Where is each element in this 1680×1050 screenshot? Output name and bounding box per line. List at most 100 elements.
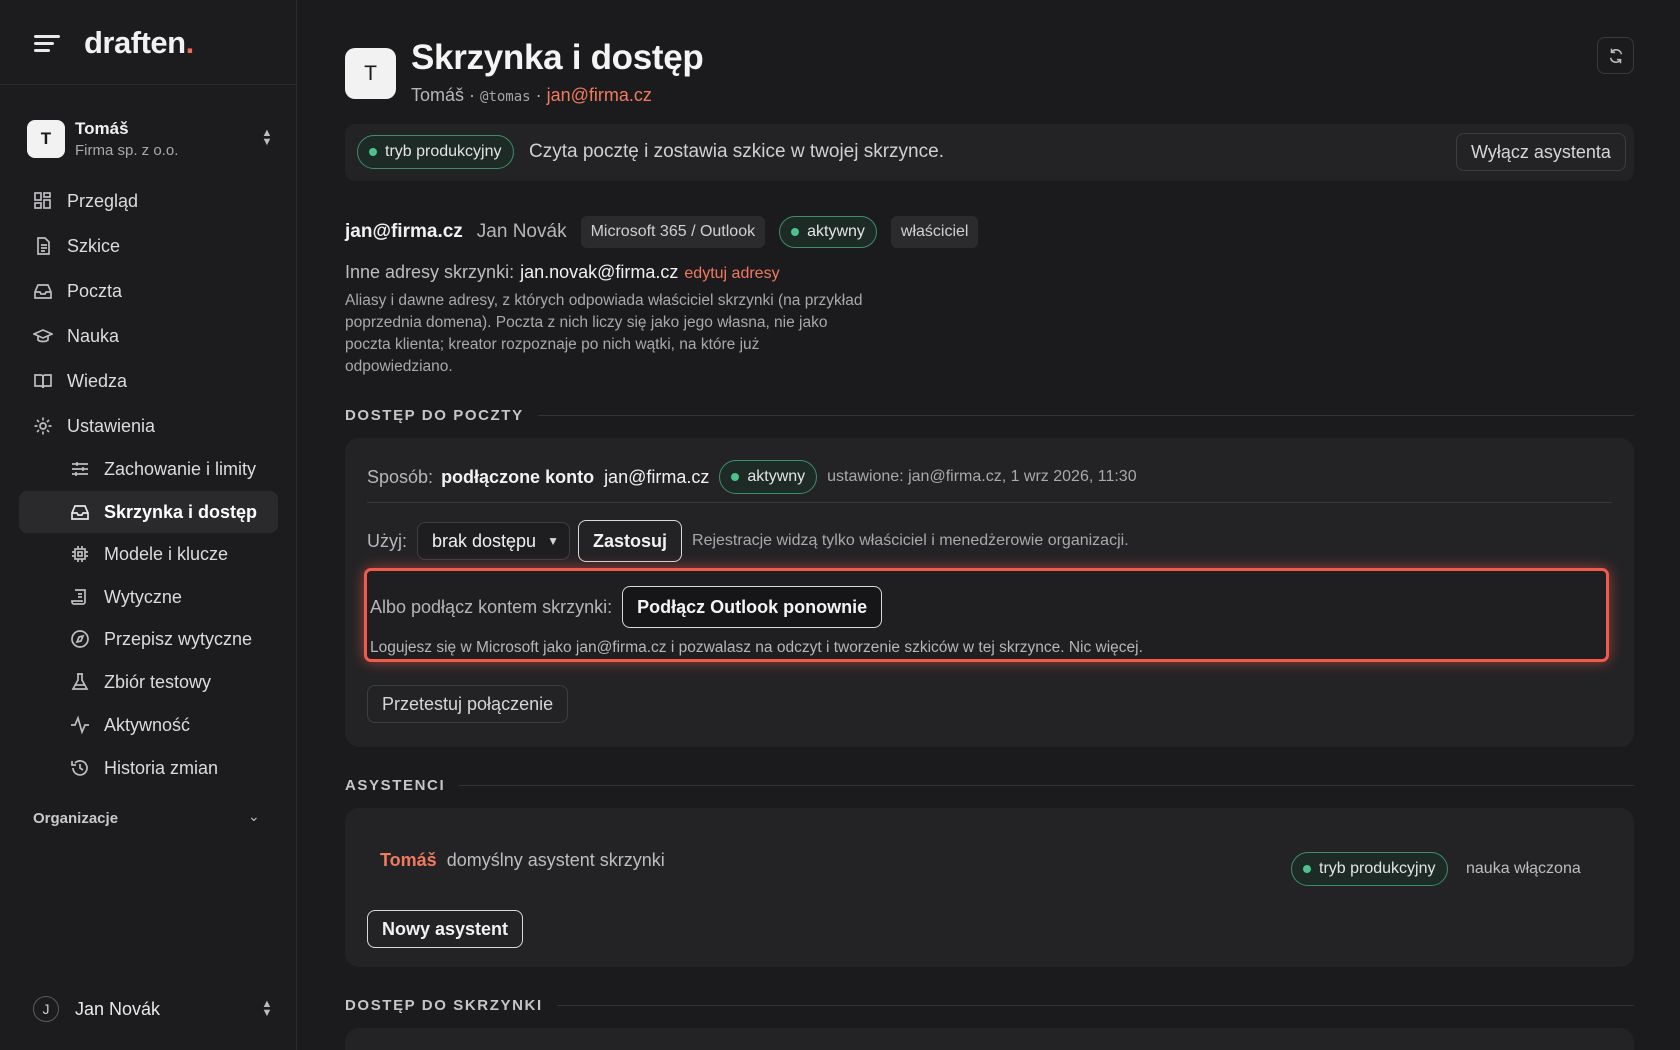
assistant-handle: @tomas <box>480 89 531 105</box>
status-dot <box>369 148 377 156</box>
connect-outlook-highlight: Albo podłącz kontem skrzynki: Podłącz Ou… <box>364 568 1609 662</box>
sidebar-item-wytyczne[interactable]: Wytyczne <box>70 579 182 615</box>
sidebar-item-szkice[interactable]: Szkice <box>33 228 120 264</box>
sidebar-item-przeglad[interactable]: Przegląd <box>33 183 138 219</box>
assistants-card: Tomáš domyślny asystent skrzynki tryb pr… <box>345 808 1634 967</box>
sidebar-item-label: Historia zmian <box>104 757 219 778</box>
test-connection-button[interactable]: Przetestuj połączenie <box>367 685 569 723</box>
sidebar-item-label: Zachowanie i limity <box>104 458 257 479</box>
addresses-note: Aliasy i dawne adresy, z których odpowia… <box>345 292 863 375</box>
workspace-switcher[interactable]: T Tomáš Firma sp. z o.o. ▲ ▼ <box>27 115 273 163</box>
banner-message: Czyta pocztę i zostawia szkice w twojej … <box>529 141 944 162</box>
chevron-down-icon[interactable]: ⌄ <box>248 808 260 825</box>
mode-badge: tryb produkcyjny <box>357 135 514 169</box>
sidebar-item-label: Modele i klucze <box>104 543 229 564</box>
sidebar-item-label: Wytyczne <box>104 586 182 607</box>
separator: · <box>464 85 481 105</box>
sidebar-item-zachowanie[interactable]: Zachowanie i limity <box>70 451 256 487</box>
chevron-down-icon: ▼ <box>547 534 559 548</box>
scroll-icon <box>71 589 86 605</box>
status-badge: aktywny <box>779 216 877 248</box>
divider <box>367 502 1612 503</box>
assistant-name-link[interactable]: Tomáš <box>380 850 437 871</box>
sidebar-item-aktywnosc[interactable]: Aktywność <box>70 707 190 743</box>
sidebar-item-label: Aktywność <box>104 714 191 735</box>
chevron-updown-icon: ▲ ▼ <box>261 998 273 1019</box>
section-heading-label: DOSTĘP DO POCZTY <box>345 407 524 424</box>
sidebar-item-modele[interactable]: Modele i klucze <box>70 536 228 572</box>
section-heading-label: DOSTĘP DO SKRZYNKI <box>345 997 543 1014</box>
assistant-email[interactable]: jan@firma.cz <box>547 85 652 105</box>
learning-status: nauka włączona <box>1466 860 1581 877</box>
connect-label: Albo podłącz kontem skrzynki: <box>370 596 613 617</box>
apply-button[interactable]: Zastosuj <box>578 520 683 562</box>
divider <box>459 785 1634 786</box>
book-icon <box>34 374 52 389</box>
sidebar-item-zbior[interactable]: Zbiór testowy <box>70 664 211 700</box>
sidebar-item-label: Wiedza <box>67 370 128 391</box>
reconnect-outlook-button[interactable]: Podłącz Outlook ponownie <box>622 586 883 628</box>
provider-tag: Microsoft 365 / Outlook <box>580 216 766 248</box>
method-label: Sposób: <box>367 466 434 487</box>
disable-assistant-button[interactable]: Wyłącz asystenta <box>1456 133 1626 171</box>
graduation-cap-icon <box>33 329 53 343</box>
main-content: T Skrzynka i dostęp Tomáš · @tomas · jan… <box>297 0 1680 1050</box>
sidebar-divider <box>0 84 297 85</box>
account-email: jan@firma.cz <box>345 221 463 242</box>
brand-logo[interactable]: draften. <box>84 25 194 61</box>
sidebar-item-poczta[interactable]: Poczta <box>33 273 122 309</box>
use-label: Użyj: <box>367 530 407 551</box>
menu-icon[interactable] <box>34 31 60 56</box>
divider <box>537 415 1634 416</box>
status-banner: tryb produkcyjny Czyta pocztę i zostawia… <box>345 124 1634 181</box>
access-select[interactable]: brak dostępu ▼ <box>417 522 570 560</box>
flask-icon <box>71 673 89 690</box>
assistant-row[interactable]: Tomáš domyślny asystent skrzynki <box>380 850 665 871</box>
user-name: Jan Novák <box>75 998 161 1019</box>
sidebar-item-przepisz[interactable]: Przepisz wytyczne <box>70 621 252 657</box>
sidebar-item-nauka[interactable]: Nauka <box>33 318 119 354</box>
user-menu[interactable]: J Jan Novák ▲ ▼ <box>33 996 273 1022</box>
chip-icon <box>72 546 88 562</box>
divider <box>556 1005 1634 1006</box>
org-section-label[interactable]: Organizacje <box>33 810 118 827</box>
status-badge-label: aktywny <box>747 468 806 485</box>
chevron-updown-icon: ▲ ▼ <box>261 127 273 148</box>
dashboard-icon <box>34 192 51 209</box>
sidebar-item-label: Skrzynka i dostęp <box>104 501 258 522</box>
compass-icon <box>71 630 89 648</box>
sidebar-item-skrzynka[interactable]: Skrzynka i dostęp <box>19 491 278 533</box>
workspace-company: Firma sp. z o.o. <box>75 142 179 159</box>
new-assistant-button[interactable]: Nowy asystent <box>367 910 524 948</box>
other-addresses: Inne adresy skrzynki: jan.novak@firma.cz e… <box>345 262 780 283</box>
connect-row: Albo podłącz kontem skrzynki: Podłącz Ou… <box>370 586 883 628</box>
refresh-button[interactable] <box>1597 37 1634 74</box>
sidebar-item-label: Przegląd <box>67 190 139 211</box>
account-name: Jan Novák <box>476 221 567 242</box>
access-select-value: brak dostępu <box>432 530 537 551</box>
section-heading-mail-access: DOSTĘP DO POCZTY <box>345 407 1634 424</box>
assistant-description: domyślny asystent skrzynki <box>446 850 665 870</box>
apply-hint: Rejestracje widzą tylko właściciel i men… <box>692 532 1129 549</box>
inbox-icon <box>34 284 52 299</box>
sidebar-item-wiedza[interactable]: Wiedza <box>33 363 127 399</box>
access-method-row: Sposób: podłączone konto jan@firma.cz ak… <box>367 460 1137 494</box>
sidebar-item-label: Nauka <box>67 325 120 346</box>
assistant-name: Tomáš <box>411 85 465 105</box>
workspace-name: Tomáš <box>75 119 129 138</box>
edit-addresses-link[interactable]: edytuj adresy <box>684 265 779 282</box>
section-heading-label: ASYSTENCI <box>345 777 446 794</box>
mailbox-access-card <box>345 1028 1634 1050</box>
sidebar-item-ustawienia[interactable]: Ustawienia <box>33 408 155 444</box>
mode-badge-label: tryb produkcyjny <box>385 143 502 160</box>
user-avatar: J <box>33 996 59 1022</box>
sidebar-item-historia[interactable]: Historia zmian <box>70 750 218 786</box>
page-subtitle: Tomáš · @tomas · jan@firma.cz <box>411 85 652 106</box>
inbox-icon <box>71 505 89 520</box>
gear-icon <box>34 417 52 435</box>
document-icon <box>37 237 50 255</box>
method-email: jan@firma.cz <box>604 466 710 487</box>
sidebar-item-label: Poczta <box>67 280 123 301</box>
workspace-avatar: T <box>27 120 65 158</box>
page-avatar: T <box>345 48 396 99</box>
